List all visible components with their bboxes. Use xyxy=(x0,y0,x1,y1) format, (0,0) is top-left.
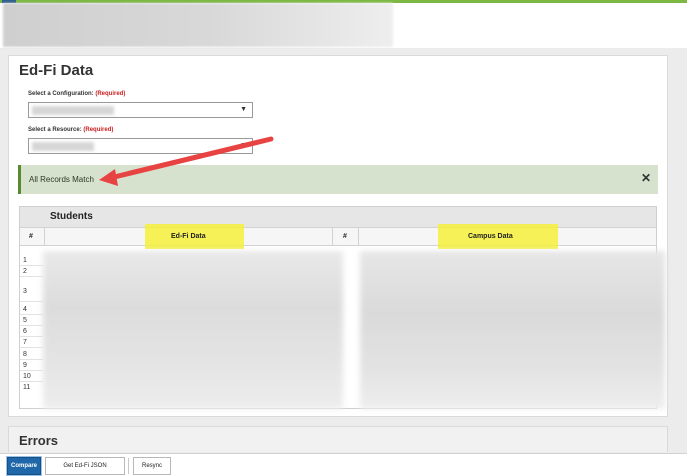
column-divider xyxy=(332,228,333,245)
column-campus-data: Campus Data xyxy=(468,233,513,240)
resource-required: (Required) xyxy=(83,127,114,133)
table-header-row: # Ed-Fi Data # Campus Data xyxy=(20,224,656,249)
row-number: 2 xyxy=(23,268,27,275)
edfi-data-redacted xyxy=(43,251,343,409)
resource-value-redacted xyxy=(32,142,94,151)
panel-title: Ed-Fi Data xyxy=(19,62,94,79)
get-edfi-json-button[interactable]: Get Ed-Fi JSON xyxy=(45,457,125,475)
row-number: 10 xyxy=(23,373,31,380)
chevron-down-icon: ▼ xyxy=(240,142,247,149)
campus-data-redacted xyxy=(360,251,665,409)
errors-title: Errors xyxy=(19,433,59,448)
row-divider xyxy=(20,301,43,302)
column-num-left: # xyxy=(29,233,33,240)
action-bar: Compare Get Ed-Fi JSON Resync xyxy=(0,453,687,476)
row-number: 9 xyxy=(23,362,27,369)
table-title: Students xyxy=(50,211,93,222)
compare-button[interactable]: Compare xyxy=(7,457,41,475)
row-number: 8 xyxy=(23,351,27,358)
configuration-required: (Required) xyxy=(95,91,126,97)
configuration-value-redacted xyxy=(32,106,114,115)
button-separator xyxy=(128,458,129,474)
row-divider xyxy=(20,370,43,371)
row-number: 7 xyxy=(23,339,27,346)
column-divider xyxy=(358,228,359,245)
row-number: 6 xyxy=(23,328,27,335)
table-title-row: Students xyxy=(20,207,656,227)
alert-message: All Records Match xyxy=(29,175,94,184)
configuration-label: Select a Configuration: (Required) xyxy=(28,91,125,97)
errors-panel: Errors xyxy=(8,426,668,452)
row-divider xyxy=(20,265,43,266)
resync-button[interactable]: Resync xyxy=(133,457,171,475)
row-divider xyxy=(20,359,43,360)
row-number: 1 xyxy=(23,257,27,264)
configuration-label-text: Select a Configuration: xyxy=(28,91,94,97)
column-num-right: # xyxy=(343,233,347,240)
row-divider xyxy=(20,325,43,326)
row-number: 3 xyxy=(23,288,27,295)
column-divider xyxy=(44,228,45,245)
row-number: 5 xyxy=(23,317,27,324)
row-divider xyxy=(20,276,43,277)
chevron-down-icon: ▼ xyxy=(240,106,247,113)
row-divider xyxy=(20,336,43,337)
edfi-data-panel: Ed-Fi Data Select a Configuration: (Requ… xyxy=(8,55,668,417)
row-number: 11 xyxy=(23,384,31,391)
row-number: 4 xyxy=(23,306,27,313)
resource-label: Select a Resource: (Required) xyxy=(28,127,113,133)
students-table: Students # Ed-Fi Data # Campus Data 1 2 … xyxy=(19,206,665,409)
close-icon[interactable]: ✕ xyxy=(641,171,651,185)
success-alert: All Records Match ✕ xyxy=(18,165,658,194)
row-numbers: 1 2 3 4 5 6 7 8 9 10 11 xyxy=(20,246,43,409)
configuration-select[interactable]: ▼ xyxy=(28,102,253,118)
column-edfi-data: Ed-Fi Data xyxy=(171,233,206,240)
row-divider xyxy=(20,381,43,382)
row-divider xyxy=(20,314,43,315)
row-divider xyxy=(20,347,43,348)
header-redacted-area xyxy=(3,3,393,47)
resource-select[interactable]: ▼ xyxy=(28,138,253,154)
resource-label-text: Select a Resource: xyxy=(28,127,82,133)
